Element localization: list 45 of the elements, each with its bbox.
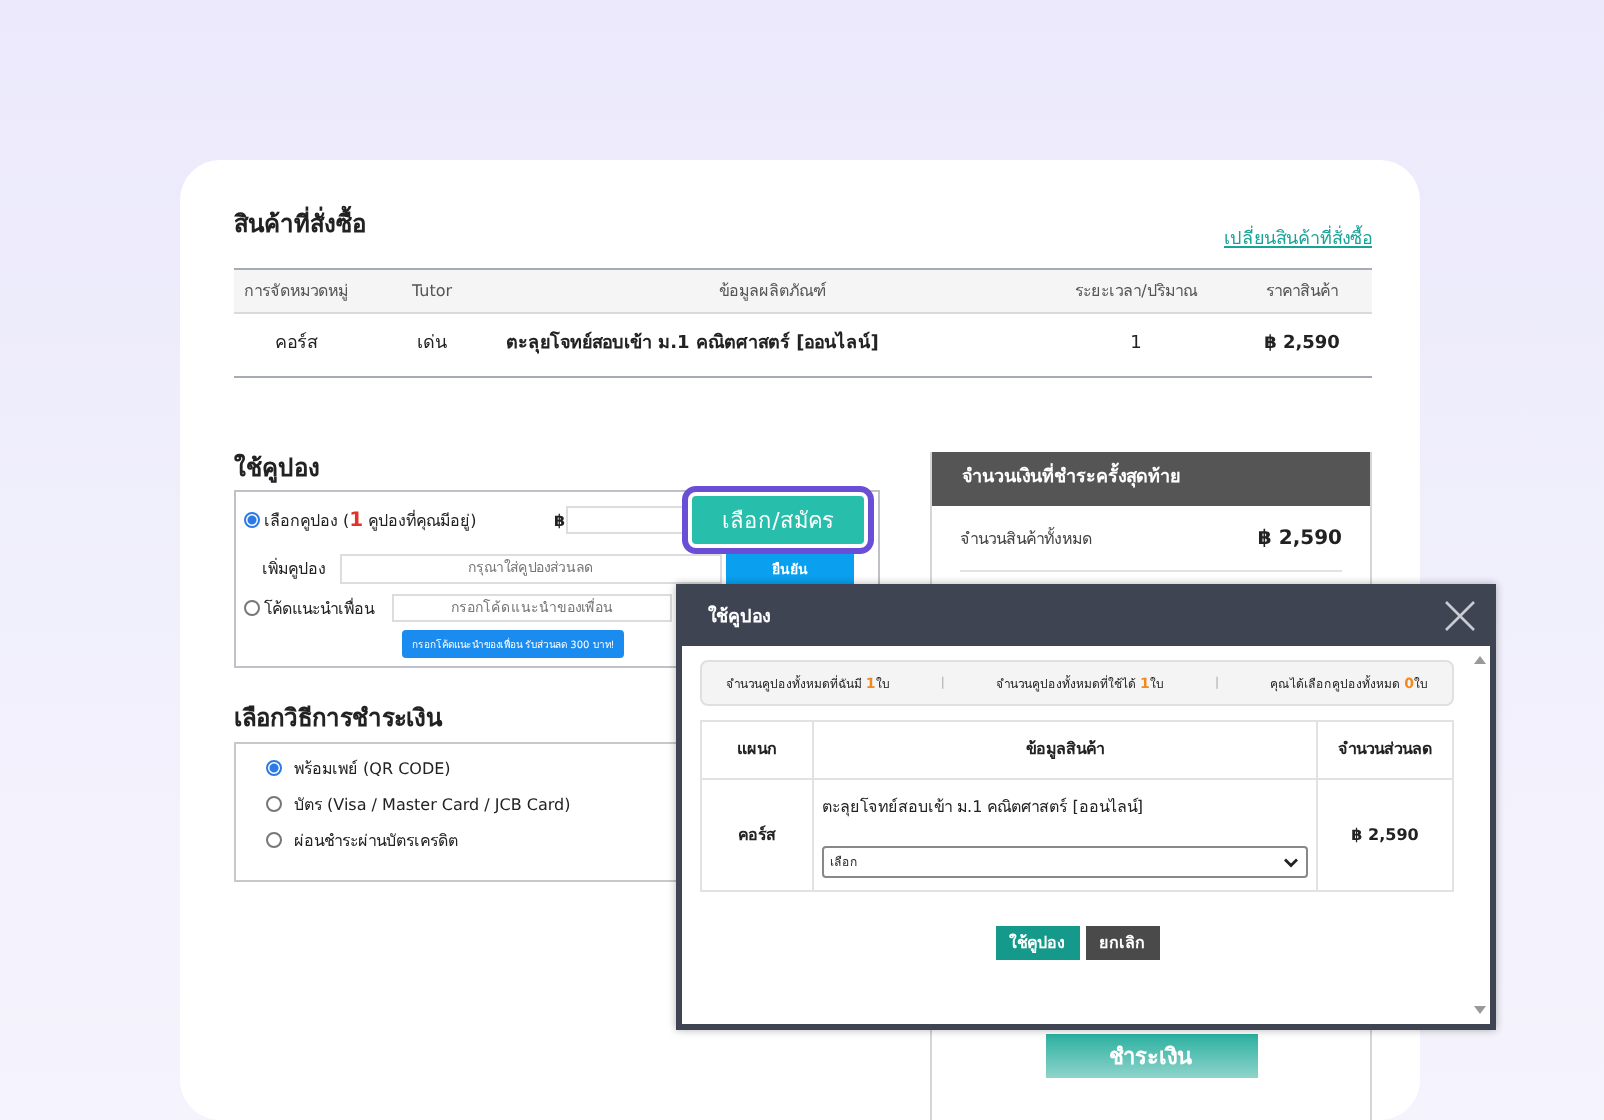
table-cell-text: ฿ 2,590: [1349, 824, 1421, 848]
table-cell-text: ฿ 2,590: [1262, 332, 1342, 358]
payment-option-label: บัตร (Visa / Master Card / JCB Card): [294, 793, 571, 817]
column-header: ระยะเวลา/ปริมาณ: [1040, 270, 1232, 314]
radio-button[interactable]: [266, 796, 282, 812]
column-header: Tutor: [358, 270, 506, 314]
close-icon[interactable]: [1444, 599, 1476, 631]
radio-button[interactable]: [244, 512, 260, 528]
column-header: ข้อมูลสินค้า: [814, 722, 1318, 780]
summary-label: จำนวนสินค้าทั้งหมด: [960, 525, 1092, 551]
summary-value: ฿ 2,590: [1257, 527, 1342, 549]
apply-button[interactable]: ใช้คูปอง: [995, 926, 1079, 960]
coupon-option-label: เลือกคูปอง (1 คูปองที่คุณมีอยู่): [264, 507, 477, 533]
payment-option-label: พร้อมเพย์ (QR CODE): [294, 757, 451, 781]
radio-button[interactable]: [266, 832, 282, 848]
column-header: การจัดหมวดหมู่: [234, 270, 358, 314]
section-title: ใช้คูปอง: [234, 452, 322, 484]
table-cell-text: 1: [1128, 332, 1144, 358]
currency-symbol: ฿: [554, 511, 566, 529]
payment-option-label: ผ่อนชำระผ่านบัตรเครดิต: [294, 829, 458, 853]
scroll-down-icon[interactable]: [1474, 1006, 1486, 1014]
table-cell-text: คอร์ส: [273, 330, 320, 358]
radio-button[interactable]: [266, 760, 282, 776]
dialog-title: ใช้คูปอง: [708, 603, 770, 629]
column-header: แผนก: [702, 722, 814, 780]
product-name: ตะลุยโจทย์สอบเข้า ม.1 คณิตศาสตร์ [ออนไลน์]: [822, 795, 1146, 821]
change-link[interactable]: เปลี่ยนสินค้าที่สั่งซื้อ: [1224, 228, 1372, 252]
chevron-icon: [1284, 857, 1298, 867]
field-label: เพิ่มคูปอง: [262, 556, 328, 581]
radio-button[interactable]: [244, 600, 260, 616]
referral-label: โค้ดแนะนำเพื่อน: [264, 596, 374, 621]
cancel-button[interactable]: ยกเลิก: [1085, 926, 1159, 960]
column-header: ราคาสินค้า: [1232, 270, 1372, 314]
column-header: ข้อมูลผลิตภัณฑ์: [506, 270, 1040, 314]
section-title: สินค้าที่สั่งซื้อ: [234, 208, 366, 240]
scroll-up-icon[interactable]: [1474, 656, 1486, 664]
table-cell-text: ตะลุยโจทย์สอบเข้า ม.1 คณิตศาสตร์ [ออนไลน์]: [506, 329, 881, 358]
summary-title: จำนวนเงินที่ชำระครั้งสุดท้าย: [932, 452, 1370, 506]
choose-button[interactable]: เลือก/สมัคร: [692, 496, 864, 544]
amount-field[interactable]: [566, 506, 686, 534]
table-cell: คอร์ส: [702, 780, 814, 890]
column-header: จำนวนส่วนลด: [1318, 722, 1452, 780]
pay-button[interactable]: ชำระเงิน: [1045, 1034, 1257, 1078]
table-cell-text: เด่น: [415, 332, 449, 358]
section-title: เลือกวิธีการชำระเงิน: [234, 702, 445, 734]
